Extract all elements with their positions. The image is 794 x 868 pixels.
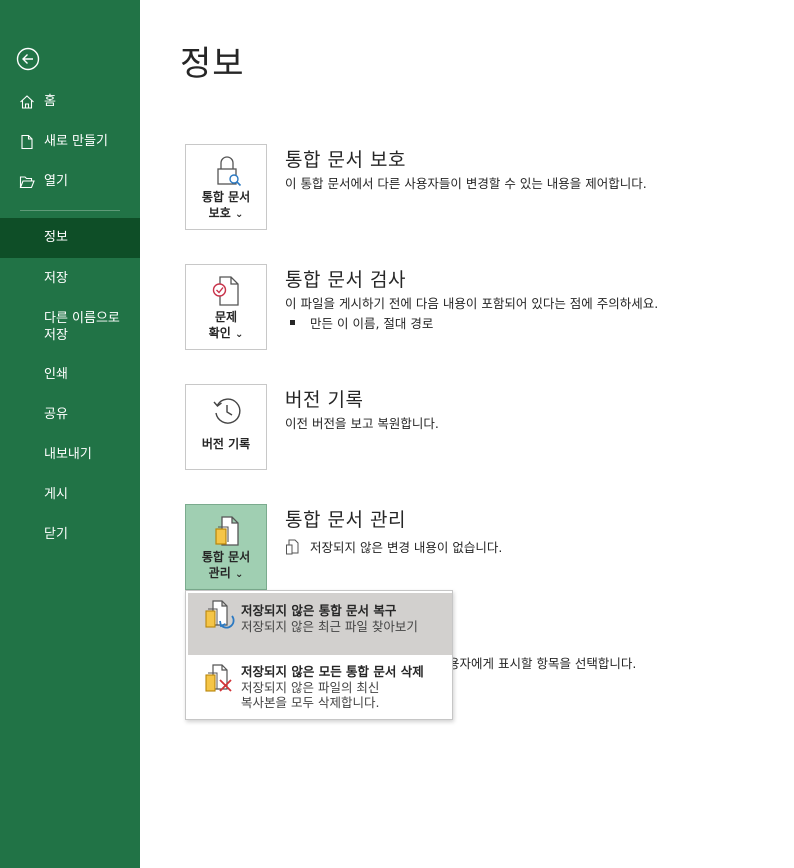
tile-label: 통합 문서 xyxy=(201,550,251,564)
back-button[interactable] xyxy=(14,45,42,73)
tile-label-line2: 보호 ⌄ xyxy=(208,206,244,220)
document-status-icon xyxy=(286,539,299,554)
section-title: 버전 기록 xyxy=(285,389,364,411)
sidebar-item-label: 정보 xyxy=(44,230,68,245)
version-history-button[interactable]: 버전 기록 xyxy=(185,384,267,470)
status-text: 저장되지 않은 변경 내용이 없습니다. xyxy=(310,540,503,555)
manage-workbook-menu: 저장되지 않은 통합 문서 복구 저장되지 않은 최근 파일 찾아보기 저장되지… xyxy=(185,590,453,720)
sidebar-item-label: 새로 만들기 xyxy=(44,134,108,149)
chevron-down-icon: ⌄ xyxy=(234,209,244,220)
inspection-bullet: 만든 이 이름, 절대 경로 xyxy=(290,313,433,332)
chevron-down-icon: ⌄ xyxy=(234,569,244,580)
manage-workbook-button[interactable]: 통합 문서 관리 ⌄ xyxy=(185,504,267,590)
chevron-down-icon: ⌄ xyxy=(234,329,244,340)
info-pane: 정보 통합 문서 보호 ⌄ 통합 문서 보호 이 통합 문서에서 다른 사용자들… xyxy=(140,0,794,868)
unsaved-status: 저장되지 않은 변경 내용이 없습니다. xyxy=(285,537,502,556)
manage-workbook-icon xyxy=(215,516,239,546)
sidebar-item-new[interactable]: 새로 만들기 xyxy=(0,134,140,150)
recover-unsaved-menu-item[interactable]: 저장되지 않은 통합 문서 복구 저장되지 않은 최근 파일 찾아보기 xyxy=(188,593,452,655)
tile-label-line2: 확인 ⌄ xyxy=(208,326,244,340)
delete-unsaved-menu-item[interactable]: 저장되지 않은 모든 통합 문서 삭제 저장되지 않은 파일의 최신 복사본을 … xyxy=(188,655,452,719)
sidebar-item-share[interactable]: 공유 xyxy=(0,406,140,423)
open-folder-icon xyxy=(19,176,35,189)
sidebar-item-label: 다른 이름으로 저장 xyxy=(44,311,120,343)
sidebar-item-label: 닫기 xyxy=(44,527,68,542)
sidebar-item-label: 열기 xyxy=(44,174,68,189)
sidebar-item-label: 게시 xyxy=(44,487,68,502)
home-icon xyxy=(20,95,34,109)
menu-item-description: 저장되지 않은 최근 파일 찾아보기 xyxy=(241,619,418,634)
version-history-icon xyxy=(213,398,241,424)
section-description: 이전 버전을 보고 복원합니다. xyxy=(285,416,439,431)
sidebar-item-info[interactable]: 정보 xyxy=(0,218,140,258)
section-title: 통합 문서 검사 xyxy=(285,269,406,291)
lock-icon xyxy=(217,156,242,187)
tile-label: 버전 기록 xyxy=(201,437,251,451)
bullet-icon xyxy=(290,320,295,325)
sidebar-item-label: 홈 xyxy=(44,94,56,109)
section-description: 이 통합 문서에서 다른 사용자들이 변경할 수 있는 내용을 제어합니다. xyxy=(285,176,647,191)
page-title: 정보 xyxy=(180,44,245,84)
sidebar-item-open[interactable]: 열기 xyxy=(0,174,140,190)
sidebar-item-close[interactable]: 닫기 xyxy=(0,526,140,543)
sidebar-item-save-as[interactable]: 다른 이름으로 저장 xyxy=(0,310,136,344)
recover-unsaved-icon xyxy=(205,600,235,629)
sidebar-item-label: 저장 xyxy=(44,271,68,286)
sidebar-item-save[interactable]: 저장 xyxy=(0,270,140,287)
section-title: 통합 문서 보호 xyxy=(285,149,406,171)
menu-item-description-line1: 저장되지 않은 파일의 최신 xyxy=(241,680,380,695)
sidebar-item-label: 인쇄 xyxy=(44,367,68,382)
sidebar-item-label: 공유 xyxy=(44,407,68,422)
tile-label: 문제 xyxy=(214,310,238,324)
tile-label: 통합 문서 xyxy=(201,190,251,204)
sidebar-item-home[interactable]: 홈 xyxy=(0,94,140,110)
sidebar-item-print[interactable]: 인쇄 xyxy=(0,366,140,383)
menu-item-title: 저장되지 않은 통합 문서 복구 xyxy=(241,603,397,618)
section-title: 통합 문서 관리 xyxy=(285,509,406,531)
inspect-document-icon xyxy=(212,276,239,306)
browser-view-description: 용자에게 표시할 항목을 선택합니다. xyxy=(448,656,637,671)
sidebar-divider xyxy=(20,210,120,211)
section-description: 이 파일을 게시하기 전에 다음 내용이 포함되어 있다는 점에 주의하세요. xyxy=(285,296,659,311)
delete-unsaved-icon xyxy=(205,664,232,692)
menu-item-title: 저장되지 않은 모든 통합 문서 삭제 xyxy=(241,664,424,679)
backstage-sidebar: 홈 새로 만들기 열기 정보 저장 다른 이름으로 저장 인쇄 공유 내보내기 … xyxy=(0,0,140,868)
tile-label-line2: 관리 ⌄ xyxy=(208,566,244,580)
sidebar-item-export[interactable]: 내보내기 xyxy=(0,446,140,463)
protect-workbook-button[interactable]: 통합 문서 보호 ⌄ xyxy=(185,144,267,230)
bullet-text: 만든 이 이름, 절대 경로 xyxy=(310,316,434,331)
back-arrow-icon xyxy=(16,47,40,71)
check-for-issues-button[interactable]: 문제 확인 ⌄ xyxy=(185,264,267,350)
menu-item-description-line2: 복사본을 모두 삭제합니다. xyxy=(241,695,380,710)
new-document-icon xyxy=(21,134,33,150)
sidebar-item-label: 내보내기 xyxy=(44,447,92,462)
sidebar-item-publish[interactable]: 게시 xyxy=(0,486,140,503)
